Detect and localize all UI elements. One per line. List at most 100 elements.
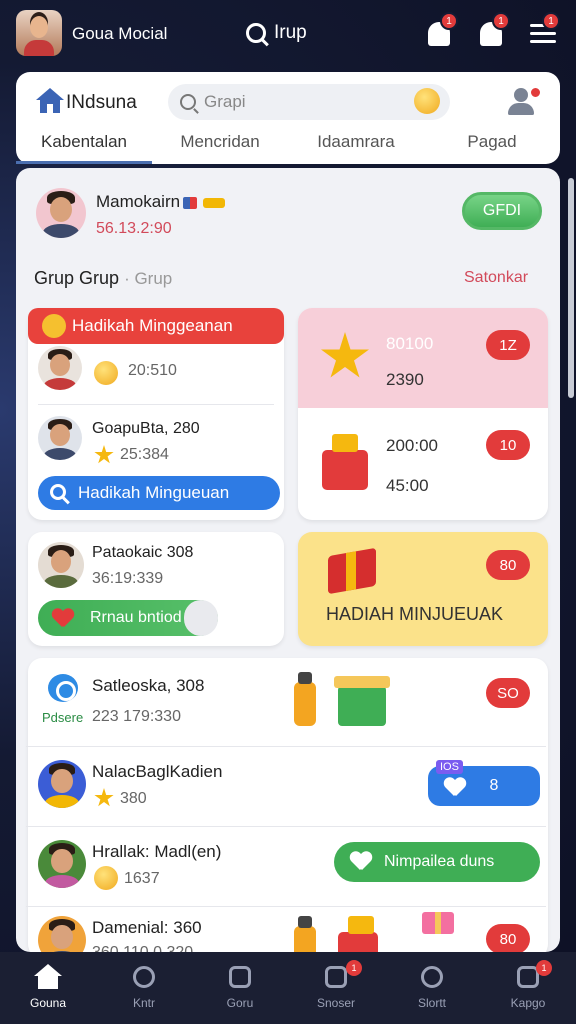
add-member-icon[interactable] [506,86,542,118]
section-title: Grup Grup · Grup [34,268,173,288]
weekly-row-value: 20:510 [128,362,177,379]
avatar[interactable] [38,542,84,588]
profile-avatar[interactable] [16,10,62,56]
page-title: Irup [246,22,307,44]
nav-snoser-label: Snoser [316,996,356,1010]
reward-bottom-value-2: 45:00 [386,476,429,495]
search-placeholder: Grapi [204,92,246,111]
nav-home[interactable]: Gouna [0,952,96,1024]
weekly-search-button[interactable]: Hadikah Mingueuan [38,476,280,510]
list-item-time: 360 110 0.320 [92,944,193,952]
nav-kntr[interactable]: Kntr [96,952,192,1024]
reward-bottom-badge[interactable]: 10 [486,430,530,460]
list-item-name: NalacBaglKadien [92,762,223,781]
list-item-time: 223 179:330 [92,708,181,725]
weekly-header[interactable]: Hadikah Minggeanan [28,308,284,344]
menu-button[interactable]: 1 [528,12,560,48]
avatar[interactable] [38,840,86,888]
heart-icon [350,852,372,872]
home-icon[interactable] [36,88,64,114]
gift-icon [338,916,378,952]
section-subtitle: Grup [134,269,173,288]
avatar[interactable] [38,760,86,808]
community-header: INdsuna Grapi Kabentalan Mencridan Idaam… [16,72,560,164]
list-item-tag: Pdsere [42,710,84,725]
notification-button[interactable]: 1 [424,12,458,48]
top-bar: Goua Mocial Irup 1 1 1 [0,0,576,68]
nav-home-label: Gouna [29,996,67,1010]
coin-icon[interactable] [414,88,440,114]
search-icon [50,484,66,500]
heart-icon [444,778,466,798]
community-name: INdsuna [66,92,137,113]
gift-icon [422,912,454,934]
reward-top-value-1: 80100 [386,334,434,353]
cards-icon [226,964,254,990]
tab-mencridan[interactable]: Mencridan [152,128,288,164]
nav-badge: 1 [346,960,362,976]
divider [38,404,274,405]
alerts-badge: 1 [492,12,510,30]
weekly-search-label: Hadikah Mingueuan [78,483,230,502]
member-time: 36:19:339 [92,570,164,587]
nav-badge: 1 [536,960,552,976]
profile-name-row: Mamokairn [96,192,226,212]
gift-icon [334,676,390,726]
profile-icon [418,964,446,990]
avatar[interactable] [38,416,82,460]
member-toggle-label: Rrnau bntiod [90,609,182,626]
bottom-nav: Gouna Kntr Goru Snoser 1 Slortt Kapgo 1 [0,952,576,1024]
section-title-text: Grup Grup [34,268,120,288]
prize-badge[interactable]: 80 [486,550,530,580]
tab-pagad[interactable]: Pagad [424,128,560,164]
profile-time: 56.13.2:90 [96,220,172,237]
notification-badge: 1 [440,12,458,30]
nav-slortt[interactable]: Slortt [384,952,480,1024]
avatar[interactable] [38,346,82,390]
home-icon [34,964,62,990]
nav-kapgo[interactable]: Kapgo 1 [480,952,576,1024]
flag-icon [183,196,198,209]
list-item-badge[interactable]: SO [486,678,530,708]
alerts-button[interactable]: 1 [476,12,510,48]
join-button[interactable]: Nimpailea duns [334,842,540,882]
member-name: Pataokaic 308 [92,544,194,561]
reward-bottom-value-1: 200:00 [386,436,438,455]
list-item-name: Hrallak: Madl(en) [92,842,222,861]
profile-action-button[interactable]: GFDI [462,192,542,230]
member-toggle[interactable]: Rrnau bntiod [38,600,218,636]
nav-kapgo-label: Kapgo [510,996,546,1010]
tab-bar: Kabentalan Mencridan Idaamrara Pagad [16,128,560,164]
list-item-badge[interactable]: 80 [486,924,530,952]
menu-badge: 1 [542,12,560,30]
tab-kabentalan[interactable]: Kabentalan [16,128,152,164]
coin-icon [94,866,118,890]
divider [26,826,546,827]
coin-icon [94,361,118,385]
list-item-value: 1637 [124,870,160,887]
reward-top-badge[interactable]: 1Z [486,330,530,360]
nav-snoser[interactable]: Snoser 1 [288,952,384,1024]
chat-icon [48,674,78,702]
nav-goru[interactable]: Goru [192,952,288,1024]
toggle-knob[interactable] [184,600,218,636]
heart-icon [52,609,74,629]
nav-goru-label: Goru [226,996,254,1010]
search-icon [180,94,196,110]
weekly-row-value: 25:384 [120,446,169,463]
divider [26,746,546,747]
nav-kntr-label: Kntr [132,996,155,1010]
search-icon[interactable] [246,23,266,43]
avatar[interactable] [36,188,86,238]
search-input[interactable]: Grapi [168,84,450,120]
bottle-icon [294,672,316,726]
like-button-label: 8 [489,777,499,794]
join-button-label: Nimpailea duns [384,853,495,870]
section-link[interactable]: Satonkar [464,269,528,287]
ios-label: IOS [436,760,463,774]
scrollbar[interactable] [568,178,574,398]
gift-icon [322,434,368,490]
tab-idaamrara[interactable]: Idaamrara [288,128,424,164]
profile-name: Mamokairn [96,192,181,211]
list-item-name: Satleoska, 308 [92,676,205,695]
